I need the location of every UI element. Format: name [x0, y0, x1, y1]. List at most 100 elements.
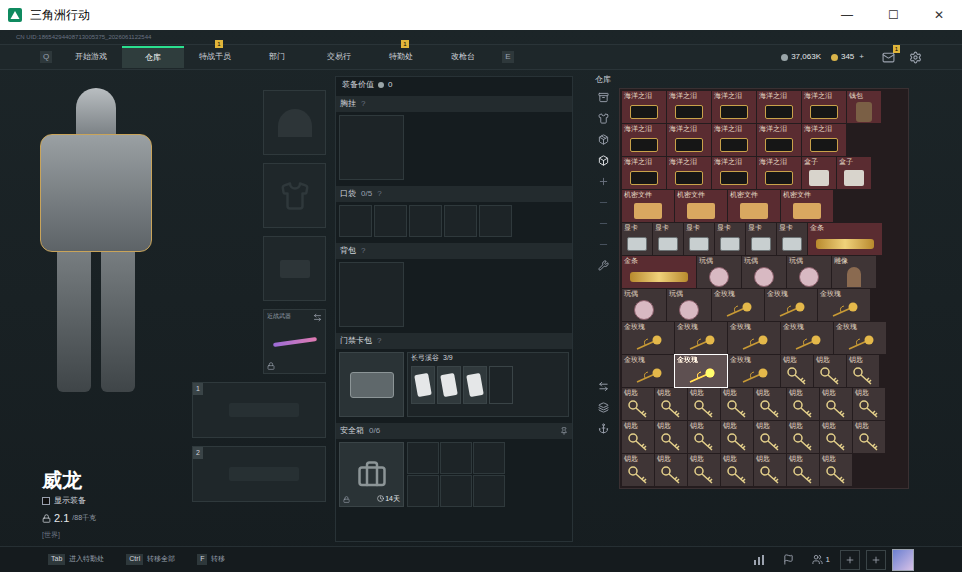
- window-control[interactable]: ✕: [916, 0, 962, 30]
- storage-item[interactable]: 显卡: [653, 223, 683, 255]
- safe-slot[interactable]: [407, 442, 439, 474]
- storage-item[interactable]: 钥匙: [787, 388, 819, 420]
- storage-item[interactable]: 钥匙: [754, 388, 786, 420]
- storage-item[interactable]: 钥匙: [655, 454, 687, 486]
- storage-item[interactable]: 钥匙: [688, 454, 720, 486]
- storage-item[interactable]: 玩偶: [697, 256, 741, 288]
- storage-item[interactable]: 钥匙: [721, 388, 753, 420]
- invite-slot[interactable]: [866, 550, 886, 570]
- storage-item[interactable]: 玩偶: [622, 289, 666, 321]
- storage-item[interactable]: 显卡: [746, 223, 776, 255]
- pocket-slot[interactable]: [374, 205, 407, 237]
- help-icon[interactable]: ?: [377, 188, 381, 200]
- storage-item[interactable]: 盒子: [837, 157, 871, 189]
- storage-item[interactable]: 机密文件: [622, 190, 674, 222]
- key-hint[interactable]: Ctrl转移全部: [126, 554, 175, 565]
- storage-item[interactable]: 金玫瑰: [765, 289, 817, 321]
- storage-item[interactable]: 盒子: [802, 157, 836, 189]
- nav-tab[interactable]: 仓库: [122, 46, 184, 68]
- storage-item[interactable]: 金玫瑰: [622, 322, 674, 354]
- swap-icon[interactable]: [313, 313, 322, 322]
- storage-item[interactable]: 金玫瑰: [728, 322, 780, 354]
- storage-settings-icon[interactable]: [598, 260, 609, 271]
- nav-tab[interactable]: 开始游戏: [60, 46, 122, 68]
- sort-icon[interactable]: [598, 381, 609, 392]
- storage-item[interactable]: 钥匙: [721, 454, 753, 486]
- storage-item[interactable]: 显卡: [684, 223, 714, 255]
- collectible-filter-icon[interactable]: [598, 155, 609, 166]
- invite-slot[interactable]: [840, 550, 860, 570]
- storage-item[interactable]: 钥匙: [814, 355, 846, 387]
- storage-item[interactable]: 显卡: [622, 223, 652, 255]
- storage-item[interactable]: 显卡: [777, 223, 807, 255]
- safe-slot[interactable]: [407, 475, 439, 507]
- world-chat[interactable]: [世界]: [42, 530, 192, 541]
- storage-item[interactable]: 金玫瑰: [622, 355, 674, 387]
- storage-item[interactable]: 钥匙: [781, 355, 813, 387]
- storage-item[interactable]: 钥匙: [622, 421, 654, 453]
- keycard-slot[interactable]: [437, 366, 461, 404]
- weapon-slot[interactable]: 1: [192, 382, 326, 438]
- storage-item[interactable]: 金玫瑰: [728, 355, 780, 387]
- help-icon[interactable]: ?: [361, 245, 365, 257]
- storage-item[interactable]: 海洋之泪: [802, 91, 846, 123]
- storage-item[interactable]: 雕像: [832, 256, 876, 288]
- pocket-slot[interactable]: [444, 205, 477, 237]
- storage-item[interactable]: 钱包: [847, 91, 881, 123]
- armor-slot[interactable]: [263, 163, 326, 228]
- flag-icon[interactable]: [783, 554, 794, 565]
- storage-item[interactable]: 机密文件: [781, 190, 833, 222]
- storage-item[interactable]: 玩偶: [787, 256, 831, 288]
- nav-tab[interactable]: 改枪台: [432, 46, 494, 68]
- storage-item[interactable]: 金玫瑰: [675, 355, 727, 387]
- show-gear-checkbox[interactable]: 显示装备: [42, 495, 192, 507]
- melee-slot[interactable]: 近战武器: [263, 309, 326, 374]
- add-currency-button[interactable]: +: [859, 51, 864, 63]
- storage-item[interactable]: 钥匙: [688, 421, 720, 453]
- storage-item[interactable]: 钥匙: [853, 421, 885, 453]
- storage-item[interactable]: 海洋之泪: [667, 157, 711, 189]
- storage-item[interactable]: 海洋之泪: [757, 157, 801, 189]
- safe-slot[interactable]: [473, 442, 505, 474]
- helmet-slot[interactable]: [263, 90, 326, 155]
- chest-slot[interactable]: [339, 115, 404, 180]
- storage-item[interactable]: 海洋之泪: [757, 124, 801, 156]
- storage-item[interactable]: 钥匙: [853, 388, 885, 420]
- storage-item[interactable]: 钥匙: [787, 421, 819, 453]
- storage-item[interactable]: 显卡: [715, 223, 745, 255]
- anchor-icon[interactable]: [598, 423, 609, 434]
- nav-tab[interactable]: 特勤处1: [370, 46, 432, 68]
- keycard-slot[interactable]: [463, 366, 487, 404]
- storage-item[interactable]: 海洋之泪: [622, 157, 666, 189]
- storage-item[interactable]: 海洋之泪: [802, 124, 846, 156]
- storage-item[interactable]: 海洋之泪: [667, 91, 711, 123]
- window-control[interactable]: —: [824, 0, 870, 30]
- pocket-slot[interactable]: [479, 205, 512, 237]
- add-page-icon[interactable]: [598, 176, 609, 187]
- key-hint[interactable]: Tab进入特勤处: [48, 554, 104, 565]
- help-icon[interactable]: ?: [377, 335, 381, 347]
- stack-icon[interactable]: [598, 402, 609, 413]
- party-count[interactable]: 1: [812, 554, 830, 566]
- help-icon[interactable]: ?: [361, 98, 365, 110]
- storage-item[interactable]: 钥匙: [787, 454, 819, 486]
- storage-item[interactable]: 海洋之泪: [667, 124, 711, 156]
- gear-filter-icon[interactable]: [598, 113, 609, 124]
- storage-item[interactable]: 海洋之泪: [712, 91, 756, 123]
- storage-item[interactable]: 钥匙: [655, 421, 687, 453]
- nav-tab[interactable]: 部门: [246, 46, 308, 68]
- player-avatar[interactable]: [892, 549, 914, 571]
- pocket-slot[interactable]: [409, 205, 442, 237]
- window-control[interactable]: ☐: [870, 0, 916, 30]
- stats-icon[interactable]: [753, 554, 765, 566]
- storage-item[interactable]: 玩偶: [667, 289, 711, 321]
- keycard-slot[interactable]: [489, 366, 513, 404]
- pocket-slot[interactable]: [339, 205, 372, 237]
- storage-item[interactable]: 金条: [808, 223, 882, 255]
- pistol-slot[interactable]: [263, 236, 326, 301]
- storage-item[interactable]: 金玫瑰: [675, 322, 727, 354]
- nav-tab[interactable]: 特战干员1: [184, 46, 246, 68]
- weapon-slot[interactable]: 2: [192, 446, 326, 502]
- storage-item[interactable]: 金玫瑰: [818, 289, 870, 321]
- storage-item[interactable]: 金玫瑰: [712, 289, 764, 321]
